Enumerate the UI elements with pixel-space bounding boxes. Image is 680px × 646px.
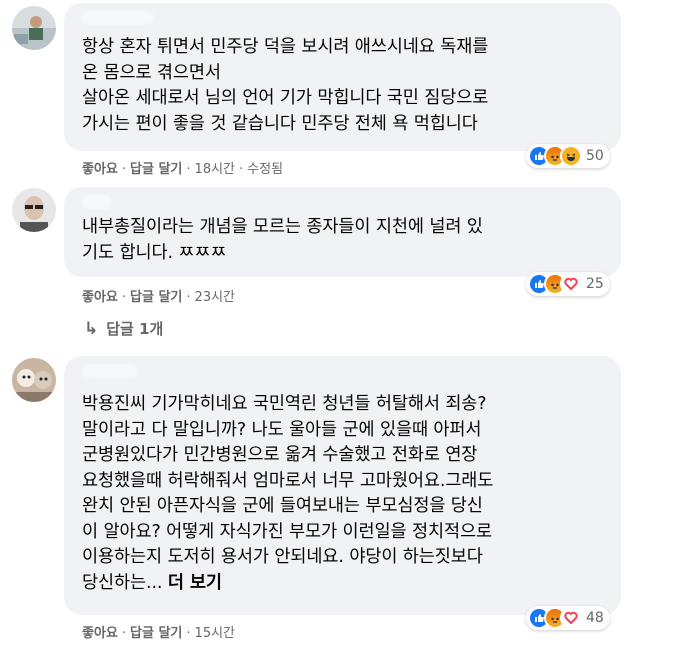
avatar[interactable] [12, 6, 56, 50]
haha-icon [560, 145, 582, 167]
reaction-count: 50 [586, 148, 604, 164]
view-replies-label: 답글 1개 [106, 320, 164, 338]
reaction-count: 25 [586, 276, 604, 292]
reaction-summary[interactable]: 48 [526, 606, 610, 630]
comment-actions: 좋아요 · 답글 달기 · 18시간 · 수정됨 [82, 162, 284, 177]
comment-text: 항상 혼자 튀면서 민주당 덕을 보시려 애쓰시네요 독재를 온 몸으로 겪으면… [82, 37, 489, 134]
comment-text: 내부총질이라는 개념을 모르는 종자들이 지천에 널려 있 기도 합니다. ㅉㅉ… [82, 217, 483, 263]
timestamp[interactable]: 18시간 [195, 162, 235, 177]
comment-actions: 좋아요 · 답글 달기 · 15시간 [82, 626, 236, 641]
comment-bubble: 항상 혼자 튀면서 민주당 덕을 보시려 애쓰시네요 독재를 온 몸으로 겪으면… [64, 3, 621, 151]
love-icon [560, 273, 582, 295]
timestamp[interactable]: 15시간 [195, 626, 235, 641]
love-icon [560, 607, 582, 629]
comment-text-body: 박용진씨 기가막히네요 국민역린 청년들 허탈해서 죄송? 말이라고 다 말입니… [82, 394, 494, 593]
timestamp[interactable]: 23시간 [195, 290, 235, 305]
like-button[interactable]: 좋아요 [82, 626, 118, 641]
avatar[interactable] [12, 188, 56, 232]
author-name[interactable] [82, 364, 138, 378]
like-button[interactable]: 좋아요 [82, 290, 118, 305]
see-more-link[interactable]: 더 보기 [168, 573, 222, 593]
comment-actions: 좋아요 · 답글 달기 · 23시간 [82, 290, 236, 305]
author-name[interactable] [82, 195, 112, 209]
comment-bubble: 내부총질이라는 개념을 모르는 종자들이 지천에 널려 있 기도 합니다. ㅉㅉ… [64, 187, 621, 277]
reaction-summary[interactable]: 50 [526, 144, 610, 168]
view-replies-link[interactable]: ↳ 답글 1개 [84, 318, 163, 339]
comment-bubble: 박용진씨 기가막히네요 국민역린 청년들 허탈해서 죄송? 말이라고 다 말입니… [64, 356, 621, 615]
reaction-summary[interactable]: 25 [526, 272, 610, 296]
author-name[interactable] [82, 11, 154, 25]
avatar[interactable] [12, 358, 56, 402]
like-button[interactable]: 좋아요 [82, 162, 118, 177]
reply-button[interactable]: 답글 달기 [130, 626, 182, 641]
reaction-count: 48 [586, 610, 604, 626]
edited-label: 수정됨 [247, 162, 284, 177]
comment-text: 박용진씨 기가막히네요 국민역린 청년들 허탈해서 죄송? 말이라고 다 말입니… [82, 392, 493, 596]
reply-button[interactable]: 답글 달기 [130, 162, 182, 177]
reply-button[interactable]: 답글 달기 [130, 290, 182, 305]
reply-arrow-icon: ↳ [84, 319, 99, 339]
